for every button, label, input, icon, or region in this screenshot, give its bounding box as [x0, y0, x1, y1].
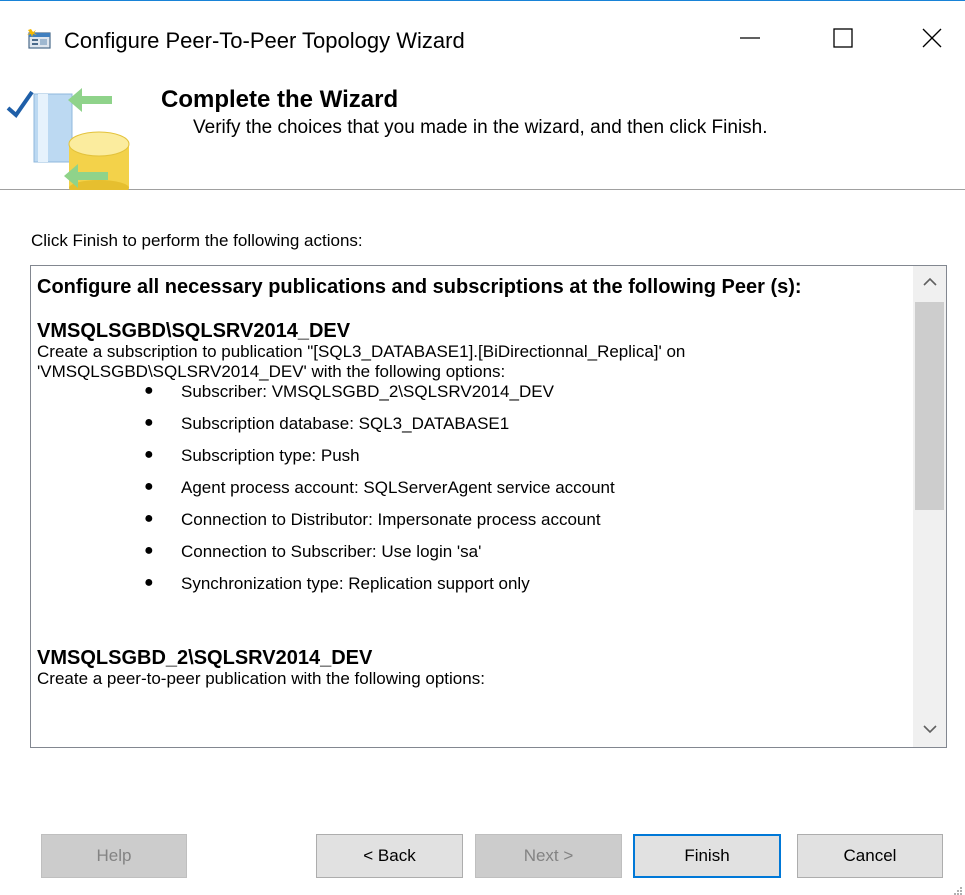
- option-text: Agent process account: SQLServerAgent se…: [181, 478, 615, 497]
- intro-label: Click Finish to perform the following ac…: [31, 231, 363, 250]
- back-button[interactable]: < Back: [316, 834, 463, 878]
- server-heading: VMSQLSGBD_2\SQLSRV2014_DEV: [37, 647, 373, 669]
- list-item: ● Subscription database: SQL3_DATABASE1: [37, 414, 917, 446]
- option-text: Connection to Distributor: Impersonate p…: [181, 510, 601, 529]
- list-item: ● Subscriber: VMSQLSGBD_2\SQLSRV2014_DEV: [37, 382, 917, 414]
- scroll-down-button[interactable]: [913, 713, 946, 747]
- close-icon: [921, 27, 943, 54]
- options-list: ● Subscriber: VMSQLSGBD_2\SQLSRV2014_DEV …: [37, 382, 917, 606]
- wizard-header: Complete the Wizard Verify the choices t…: [0, 78, 965, 196]
- vertical-scrollbar[interactable]: [913, 266, 946, 747]
- chevron-down-icon: [922, 721, 937, 739]
- actions-textbox[interactable]: Configure all necessary publications and…: [30, 265, 947, 748]
- maximize-button[interactable]: [815, 18, 871, 62]
- minimize-button[interactable]: [722, 18, 778, 62]
- bullet-icon: ●: [144, 446, 154, 463]
- header-subtitle: Verify the choices that you made in the …: [193, 117, 768, 138]
- actions-content: Configure all necessary publications and…: [37, 270, 917, 689]
- cancel-button[interactable]: Cancel: [797, 834, 943, 878]
- maximize-icon: [832, 27, 854, 54]
- header-title: Complete the Wizard: [161, 86, 399, 113]
- minimize-icon: [739, 27, 761, 54]
- resize-grip-icon[interactable]: [953, 883, 963, 895]
- window-title: Configure Peer-To-Peer Topology Wizard: [64, 28, 465, 53]
- list-item: ● Subscription type: Push: [37, 446, 917, 478]
- list-item: ● Agent process account: SQLServerAgent s…: [37, 478, 917, 510]
- bullet-icon: ●: [144, 414, 154, 431]
- scroll-up-button[interactable]: [913, 266, 946, 300]
- bullet-icon: ●: [144, 510, 154, 527]
- help-button[interactable]: Help: [41, 834, 187, 878]
- list-item: ● Connection to Distributor: Impersonate …: [37, 510, 917, 542]
- server-heading: VMSQLSGBD\SQLSRV2014_DEV: [37, 320, 351, 342]
- next-button[interactable]: Next >: [475, 834, 622, 878]
- bullet-icon: ●: [144, 478, 154, 495]
- scroll-thumb[interactable]: [915, 302, 944, 510]
- list-item: ● Synchronization type: Replication suppo…: [37, 574, 917, 606]
- close-button[interactable]: [904, 18, 960, 62]
- section-description: Create a subscription to publication "[S…: [37, 342, 686, 381]
- option-text: Subscription type: Push: [181, 446, 360, 465]
- option-text: Connection to Subscriber: Use login 'sa': [181, 542, 482, 561]
- section-description: Create a peer-to-peer publication with t…: [37, 669, 485, 688]
- bullet-icon: ●: [144, 574, 154, 591]
- bullet-icon: ●: [144, 542, 154, 559]
- top-heading: Configure all necessary publications and…: [37, 276, 802, 298]
- wizard-window: Configure Peer-To-Peer Topology Wizard C…: [0, 0, 965, 895]
- title-bar: Configure Peer-To-Peer Topology Wizard: [0, 2, 965, 78]
- chevron-up-icon: [922, 274, 937, 292]
- database-sync-icon: [4, 80, 144, 196]
- list-item: ● Connection to Subscriber: Use login 'sa…: [37, 542, 917, 574]
- option-text: Subscriber: VMSQLSGBD_2\SQLSRV2014_DEV: [181, 382, 554, 401]
- option-text: Subscription database: SQL3_DATABASE1: [181, 414, 510, 433]
- option-text: Synchronization type: Replication suppor…: [181, 574, 530, 593]
- bullet-icon: ●: [144, 382, 154, 399]
- wizard-app-icon: [26, 28, 52, 50]
- finish-button[interactable]: Finish: [633, 834, 781, 878]
